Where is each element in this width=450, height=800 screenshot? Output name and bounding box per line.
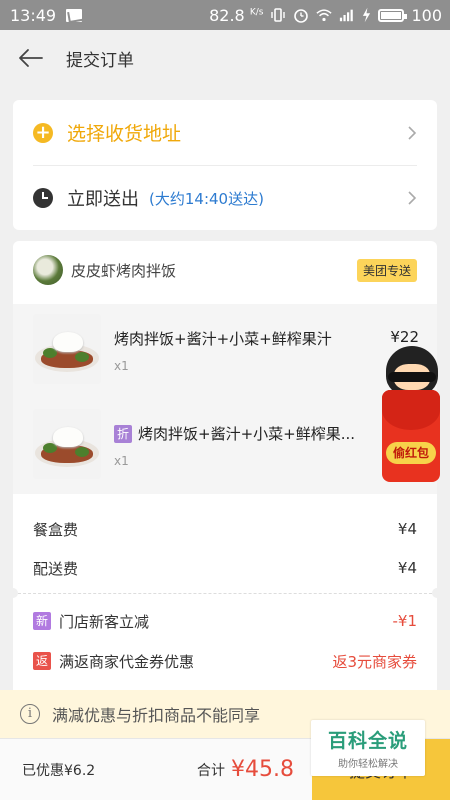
network-speed-unit: K/s [249, 7, 264, 18]
item-name-wrap: 折烤肉拌饭+酱汁+小菜+鲜榨果... [114, 423, 355, 444]
wifi-icon [316, 9, 333, 22]
discount-row: 返 满返商家代金券优惠 返3元商家券 [33, 643, 417, 679]
item-name: 烤肉拌饭+酱汁+小菜+鲜榨果... [138, 425, 356, 443]
red-packet-label: 偷红包 [386, 442, 436, 464]
delivery-fee-row: 配送费 ¥4 [33, 548, 417, 588]
select-address-label: 选择收货地址 [67, 123, 182, 145]
back-button[interactable] [0, 30, 60, 86]
item-name: 烤肉拌饭+酱汁+小菜+鲜榨果汁 [114, 330, 332, 348]
status-bar: 13:49 82.8 K/s 100 [0, 0, 450, 30]
delivery-eta: (大约14:40送达) [149, 189, 264, 208]
total-amount: ¥45.8 [231, 757, 294, 782]
deliver-now-label: 立即送出 [67, 189, 139, 210]
network-speed: 82.8 K/s [209, 6, 263, 25]
vibrate-icon [271, 8, 286, 22]
order-item: 折烤肉拌饭+酱汁+小菜+鲜榨果... x1 [13, 399, 437, 494]
fee-amount: ¥4 [397, 520, 417, 538]
watermark: 百科全说 助你轻松解决 [311, 720, 425, 776]
shop-logo [33, 255, 63, 285]
fee-amount: ¥4 [397, 559, 417, 577]
info-icon: i [20, 704, 40, 724]
chevron-right-icon [408, 191, 417, 205]
message-icon [66, 8, 83, 22]
nav-bar: 提交订单 [0, 30, 450, 86]
clock-icon [33, 188, 53, 208]
battery-level: 100 [411, 5, 442, 25]
item-quantity: x1 [114, 454, 129, 468]
signal-icon [340, 9, 354, 22]
envelope-flap [382, 390, 440, 430]
status-right: 82.8 K/s 100 [209, 6, 442, 25]
address-card: + 选择收货地址 立即送出 (大约14:40送达) [13, 100, 437, 230]
alarm-icon [294, 9, 309, 23]
ticket-notch [432, 588, 442, 598]
watermark-title: 百科全说 [327, 730, 408, 752]
delivery-time-row[interactable]: 立即送出 (大约14:40送达) [33, 165, 417, 230]
chevron-right-icon [408, 125, 417, 140]
food-thumbnail [33, 314, 101, 384]
bandit-mask [388, 372, 436, 382]
delivery-badge: 美团专送 [356, 258, 417, 282]
charging-icon [363, 7, 371, 23]
notice-text: 满减优惠与折扣商品不能同享 [52, 706, 261, 725]
shop-name: 皮皮虾烤肉拌饭 [71, 261, 177, 280]
discount-tag: 折 [114, 425, 132, 443]
red-envelope-icon: 偷红包 [382, 390, 440, 482]
fee-label: 餐盒费 [33, 520, 79, 539]
discount-value: 返3元商家券 [332, 652, 417, 671]
arrow-left-icon [19, 49, 43, 67]
saved-amount: 已优惠¥6.2 [22, 762, 96, 779]
return-voucher-tag: 返 [33, 652, 51, 670]
select-address-row[interactable]: + 选择收货地址 [13, 100, 437, 165]
discount-row: 新 门店新客立减 -¥1 [33, 603, 417, 639]
red-packet-widget[interactable]: 偷红包 [380, 344, 444, 482]
total-label: 合计 [197, 762, 226, 779]
discount-label: 满返商家代金券优惠 [59, 652, 195, 671]
order-item: 烤肉拌饭+酱汁+小菜+鲜榨果汁 x1 ¥22 [13, 304, 437, 399]
status-time: 13:49 [10, 5, 57, 25]
item-quantity: x1 [114, 359, 129, 373]
discount-label: 门店新客立减 [59, 612, 150, 631]
food-thumbnail [33, 409, 101, 479]
add-address-icon: + [33, 122, 53, 143]
shop-header[interactable]: 皮皮虾烤肉拌饭 美团专送 [13, 241, 437, 299]
page-title: 提交订单 [66, 50, 134, 71]
discount-value: -¥1 [392, 612, 418, 630]
new-customer-tag: 新 [33, 612, 51, 630]
battery-icon [378, 8, 408, 22]
fee-label: 配送费 [33, 559, 79, 578]
watermark-subtitle: 助你轻松解决 [338, 759, 398, 770]
dashed-divider [13, 593, 437, 594]
box-fee-row: 餐盒费 ¥4 [33, 509, 417, 549]
order-card: 皮皮虾烤肉拌饭 美团专送 烤肉拌饭+酱汁+小菜+鲜榨果汁 x1 ¥22 折烤肉拌… [8, 241, 442, 701]
ticket-notch [8, 588, 18, 598]
network-speed-value: 82.8 [209, 5, 245, 25]
